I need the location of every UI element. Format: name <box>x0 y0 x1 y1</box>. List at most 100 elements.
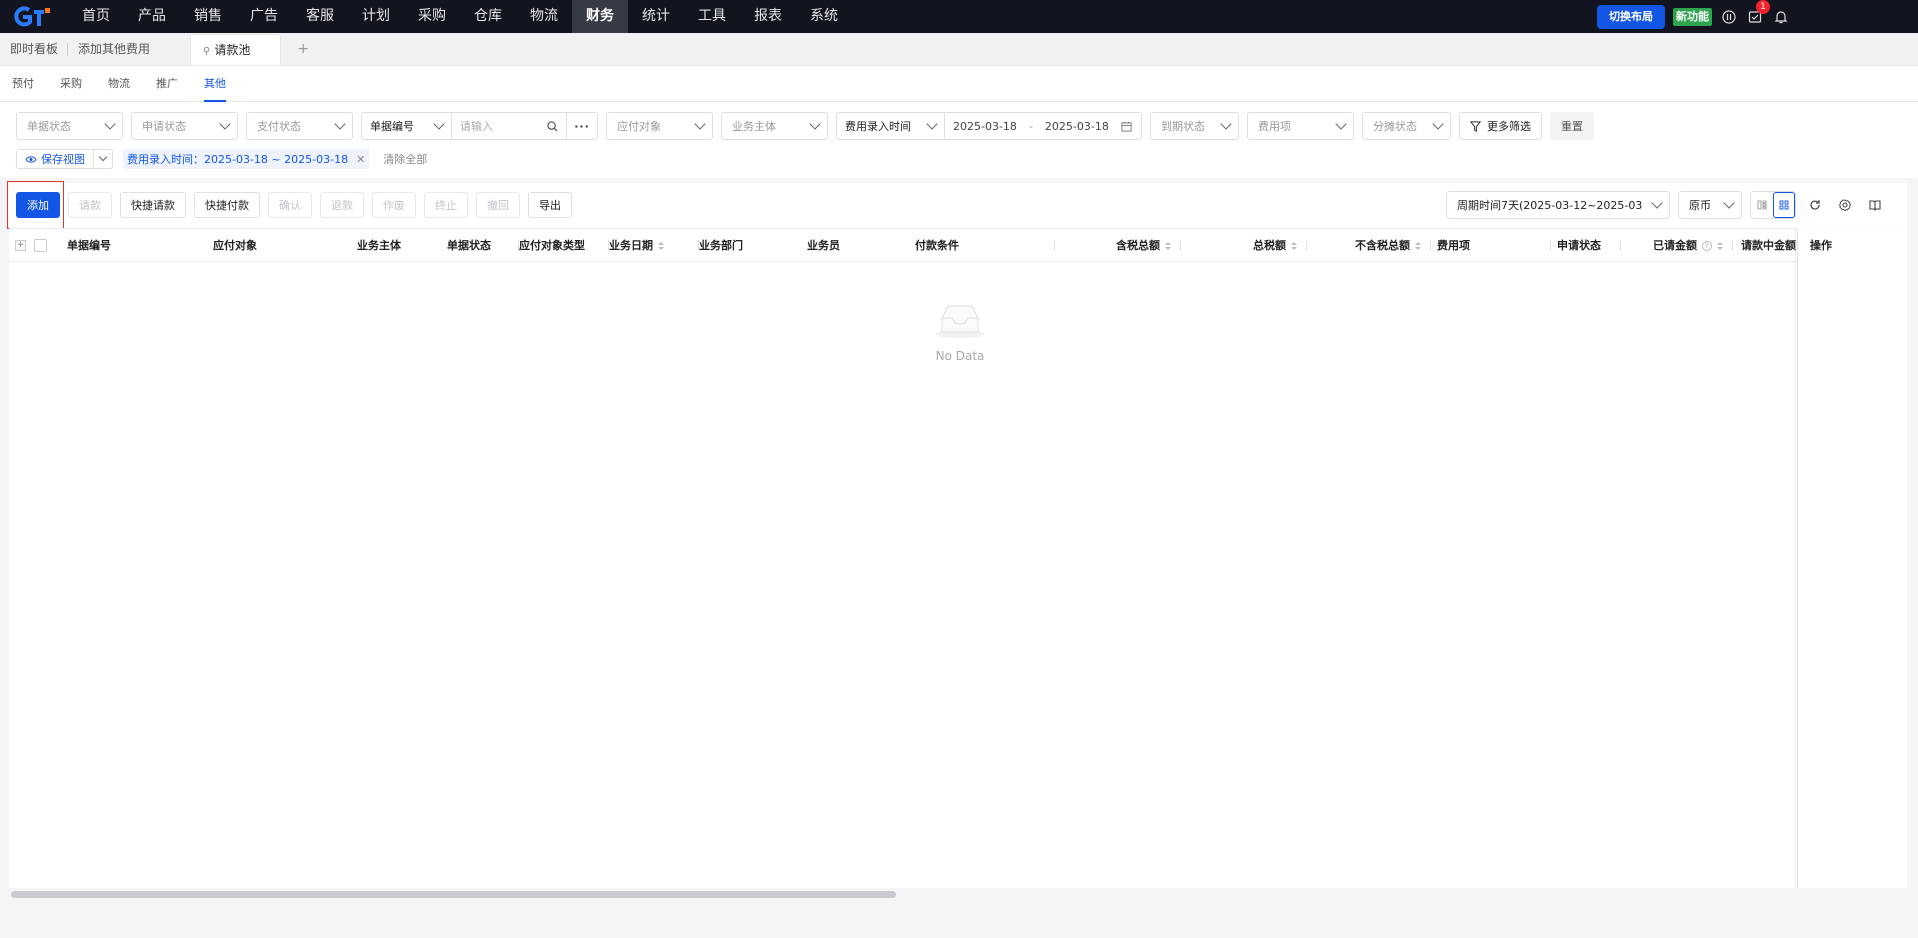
terminate-button[interactable]: 终止 <box>424 192 468 218</box>
due-status-select[interactable]: 到期状态 <box>1150 112 1239 140</box>
tab-dashboard[interactable]: 即时看板 <box>0 33 69 65</box>
new-feature-button[interactable]: 新功能 <box>1673 7 1712 26</box>
col-total-excl-tax[interactable]: 不含税总额 <box>1307 229 1431 262</box>
time-type-select[interactable]: 费用录入时间 <box>837 113 945 139</box>
business-entity-select[interactable]: 业务主体 <box>721 112 828 140</box>
more-options-icon[interactable]: ··· <box>567 113 597 139</box>
nav-item[interactable]: 首页 <box>68 0 124 33</box>
scrollbar-thumb[interactable] <box>11 891 896 898</box>
nav-item[interactable]: 统计 <box>628 0 684 33</box>
export-button[interactable]: 导出 <box>528 192 572 218</box>
book-columns-icon[interactable] <box>1864 194 1886 216</box>
grid-view-icon[interactable] <box>1773 192 1795 218</box>
sub-tab[interactable]: 其他 <box>204 66 226 102</box>
sort-icon[interactable] <box>1415 242 1421 250</box>
col-requested-amount[interactable]: 已请金额? <box>1621 229 1733 262</box>
expense-item-select[interactable]: 费用项 <box>1247 112 1354 140</box>
task-check-icon[interactable]: 1 <box>1746 0 1770 26</box>
col-total-incl-tax[interactable]: 含税总额 <box>1055 229 1181 262</box>
nav-item[interactable]: 采购 <box>404 0 460 33</box>
col-doc-no[interactable]: 单据编号 <box>67 229 167 262</box>
horizontal-scrollbar[interactable] <box>9 888 1907 900</box>
col-payee[interactable]: 应付对象 <box>213 229 359 262</box>
col-business-entity[interactable]: 业务主体 <box>357 229 449 262</box>
list-view-icon[interactable] <box>1751 192 1773 218</box>
select-all-checkbox[interactable] <box>34 239 47 252</box>
search-input[interactable]: 请输入 <box>452 113 567 139</box>
apply-status-select[interactable]: 申请状态 <box>131 112 238 140</box>
date-end[interactable]: 2025-03-18 <box>1045 120 1109 133</box>
search-field-select[interactable]: 单据编号 <box>362 113 452 139</box>
currency-select[interactable]: 原币 <box>1678 191 1742 219</box>
add-tab-button[interactable]: + <box>281 33 325 65</box>
nav-item[interactable]: 工具 <box>684 0 740 33</box>
chevron-down-icon[interactable] <box>98 152 108 162</box>
col-total-tax[interactable]: 总税额 <box>1181 229 1307 262</box>
void-button[interactable]: 作废 <box>372 192 416 218</box>
sub-tab[interactable]: 物流 <box>108 66 130 102</box>
date-range-picker[interactable]: 2025-03-18 - 2025-03-18 <box>945 113 1141 139</box>
help-icon[interactable]: ? <box>1702 241 1712 251</box>
col-actions: 操作 <box>1810 239 1832 252</box>
table-card <box>9 183 1907 900</box>
date-separator: - <box>1028 119 1033 133</box>
active-filters: 保存视图 费用录入时间：2025-03-18 ~ 2025-03-18 ✕ 清除… <box>16 149 427 169</box>
close-icon[interactable]: ✕ <box>356 153 365 166</box>
confirm-button[interactable]: 确认 <box>268 192 312 218</box>
refund-button[interactable]: 退款 <box>320 192 364 218</box>
col-expense-item[interactable]: 费用项 <box>1429 229 1551 262</box>
settings-gear-icon[interactable] <box>1834 194 1856 216</box>
nav-item[interactable]: 物流 <box>516 0 572 33</box>
nav-item[interactable]: 计划 <box>348 0 404 33</box>
revoke-button[interactable]: 撤回 <box>476 192 520 218</box>
col-requesting-amount[interactable]: 请款中金额 <box>1741 229 1801 262</box>
nav-item[interactable]: 财务 <box>572 0 628 33</box>
tab-request-pool[interactable]: ⚲ 请款池 <box>190 34 282 65</box>
sub-tab[interactable]: 推广 <box>156 66 178 102</box>
col-department[interactable]: 业务部门 <box>699 229 809 262</box>
date-start[interactable]: 2025-03-18 <box>953 120 1017 133</box>
nav-item[interactable]: 报表 <box>740 0 796 33</box>
sort-icon[interactable] <box>1291 242 1297 250</box>
sort-icon[interactable] <box>1717 242 1723 250</box>
chevron-down-icon <box>694 118 706 130</box>
pin-icon[interactable]: ⚲ <box>203 46 210 57</box>
search-icon[interactable] <box>547 120 558 132</box>
split-status-select[interactable]: 分摊状态 <box>1362 112 1451 140</box>
logo[interactable] <box>0 0 58 33</box>
quick-request-button[interactable]: 快捷请款 <box>120 192 186 218</box>
quick-pay-button[interactable]: 快捷付款 <box>194 192 260 218</box>
payee-select[interactable]: 应付对象 <box>606 112 713 140</box>
save-view-button[interactable]: 保存视图 <box>16 149 113 169</box>
nav-item[interactable]: 产品 <box>124 0 180 33</box>
more-filters-button[interactable]: 更多筛选 <box>1459 112 1542 140</box>
col-payment-terms[interactable]: 付款条件 <box>915 229 1055 262</box>
nav-item[interactable]: 销售 <box>180 0 236 33</box>
col-apply-status[interactable]: 申请状态 <box>1549 229 1621 262</box>
doc-status-select[interactable]: 单据状态 <box>16 112 123 140</box>
chevron-down-icon <box>1651 197 1663 209</box>
col-salesperson[interactable]: 业务员 <box>807 229 917 262</box>
bell-icon[interactable] <box>1772 8 1790 26</box>
sub-tab[interactable]: 采购 <box>60 66 82 102</box>
switch-layout-button[interactable]: 切换布局 <box>1597 4 1665 29</box>
refresh-icon[interactable] <box>1804 194 1826 216</box>
expand-all-icon[interactable]: + <box>15 240 26 251</box>
info-circle-icon[interactable] <box>1720 8 1738 26</box>
tab-add-other-expense[interactable]: 添加其他费用 <box>68 33 160 65</box>
nav-item[interactable]: 广告 <box>236 0 292 33</box>
col-doc-status[interactable]: 单据状态 <box>447 229 519 262</box>
pay-status-select[interactable]: 支付状态 <box>246 112 353 140</box>
col-payee-type[interactable]: 应付对象类型 <box>519 229 609 262</box>
nav-item[interactable]: 系统 <box>796 0 852 33</box>
nav-item[interactable]: 仓库 <box>460 0 516 33</box>
request-button[interactable]: 请款 <box>68 192 112 218</box>
nav-item[interactable]: 客服 <box>292 0 348 33</box>
col-business-date[interactable]: 业务日期 <box>609 229 699 262</box>
sub-tab[interactable]: 预付 <box>12 66 34 102</box>
sort-icon[interactable] <box>658 242 664 250</box>
reset-button[interactable]: 重置 <box>1550 112 1594 140</box>
period-select[interactable]: 周期时间7天(2025-03-12~2025-03 <box>1446 191 1670 219</box>
sort-icon[interactable] <box>1165 242 1171 250</box>
clear-all-link[interactable]: 清除全部 <box>383 151 427 167</box>
